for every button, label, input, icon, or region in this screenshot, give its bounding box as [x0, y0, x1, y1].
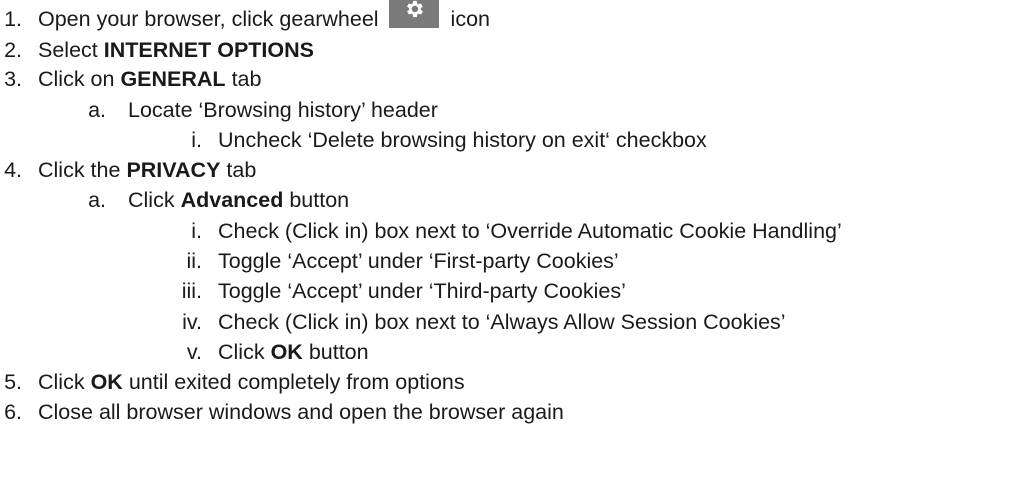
step-keyword: INTERNET OPTIONS — [103, 38, 314, 62]
step-number: i. — [191, 128, 202, 152]
step-text: Open your browser, click gearwheel — [38, 7, 379, 31]
step-text: Toggle ‘Accept’ under ‘Third-party Cooki… — [218, 279, 626, 303]
step-number: 4. — [4, 158, 22, 182]
step-number: ii. — [186, 249, 202, 273]
step-text-suffix: button — [308, 340, 369, 364]
step-text: Check (Click in) box next to ‘Override A… — [218, 219, 842, 243]
step-keyword: GENERAL — [120, 67, 226, 91]
step-text-suffix: tab — [226, 158, 257, 182]
step-number: 6. — [4, 400, 22, 424]
step-number: a. — [88, 98, 106, 122]
step-text: Click — [38, 370, 85, 394]
step-number: i. — [191, 219, 202, 243]
step-number: iii. — [181, 279, 202, 303]
step-keyword: PRIVACY — [126, 158, 221, 182]
step-text: Toggle ‘Accept’ under ‘First-party Cooki… — [218, 249, 619, 273]
step-text: Click — [128, 188, 175, 212]
step-text-suffix: until exited completely from options — [128, 370, 465, 394]
step-text: Click — [218, 340, 265, 364]
step-number: iv. — [182, 310, 202, 334]
step-text: Close all browser windows and open the b… — [38, 400, 564, 424]
step-text: Click the — [38, 158, 121, 182]
step-number: 5. — [4, 370, 22, 394]
step-text: Select — [38, 38, 98, 62]
step-text-suffix: tab — [231, 67, 262, 91]
step-number: 3. — [4, 67, 22, 91]
step-text-suffix: icon — [450, 7, 490, 31]
step-text: Locate ‘Browsing history’ header — [128, 98, 438, 122]
step-text: Check (Click in) box next to ‘Always All… — [218, 310, 786, 334]
step-text: Click on — [38, 67, 115, 91]
step-keyword: Advanced — [180, 188, 284, 212]
step-number: a. — [88, 188, 106, 212]
step-number: v. — [186, 340, 202, 364]
step-keyword: OK — [90, 370, 123, 394]
step-number: 1. — [4, 7, 22, 31]
step-text-suffix: button — [289, 188, 350, 212]
gear-icon — [388, 0, 439, 28]
step-keyword: OK — [270, 340, 303, 364]
step-number: 2. — [4, 38, 22, 62]
step-text: Uncheck ‘Delete browsing history on exit… — [218, 128, 707, 152]
